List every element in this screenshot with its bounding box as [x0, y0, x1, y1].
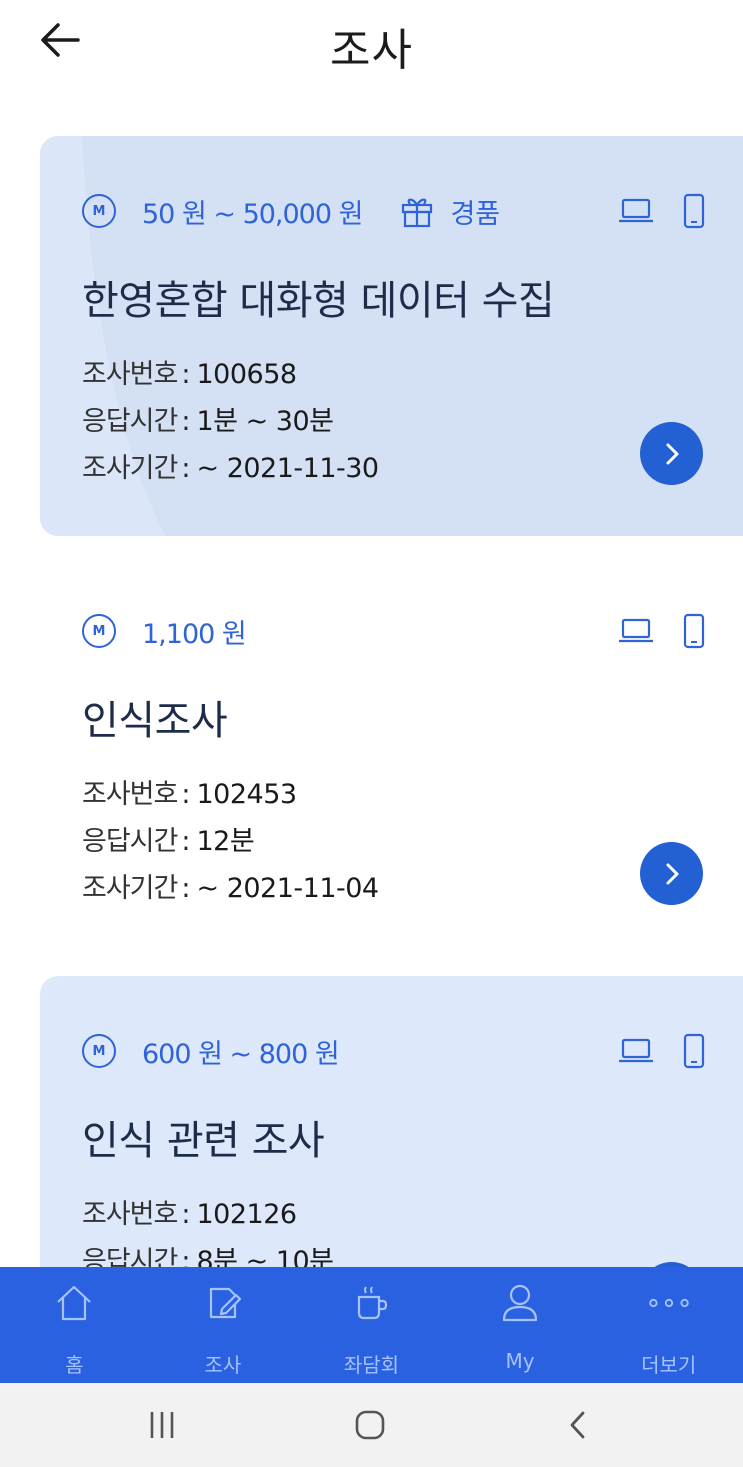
survey-id-value: 102126: [196, 1199, 297, 1230]
response-time-label: 응답시간: [82, 1246, 178, 1268]
survey-period-value: ~ 2021-11-30: [196, 453, 379, 484]
survey-reward: 1,100 원: [142, 618, 247, 650]
survey-meta-row: M 50 원 ~ 50,000 원 경품: [82, 191, 500, 231]
nav-item-more[interactable]: 더보기: [594, 1267, 743, 1383]
response-time-value: 1분 ~ 30분: [196, 406, 334, 437]
page-title: 조사: [330, 25, 413, 76]
survey-id-value: 102453: [196, 779, 297, 810]
open-survey-button[interactable]: [640, 842, 703, 905]
survey-meta-row: M 1,100 원: [82, 611, 247, 651]
bottom-nav: 홈 조사 좌담회 My 더보기: [0, 1267, 743, 1383]
colon: :: [181, 779, 191, 810]
response-time-row: 응답시간:1분 ~ 30분: [82, 398, 379, 445]
survey-id-label: 조사번호: [82, 359, 178, 390]
colon: :: [181, 1246, 191, 1268]
survey-reward: 50 원 ~ 50,000 원: [142, 198, 363, 230]
response-time-label: 응답시간: [82, 406, 178, 437]
recent-apps-button[interactable]: [137, 1403, 187, 1447]
colon: :: [181, 873, 191, 904]
survey-info: 조사번호:100658 응답시간:1분 ~ 30분 조사기간: ~ 2021-11…: [82, 351, 379, 492]
device-icons: [618, 191, 706, 231]
colon: :: [181, 359, 191, 390]
survey-title: 한영혼합 대화형 데이터 수집: [82, 278, 555, 324]
point-coin-icon: M: [82, 194, 116, 228]
app-header: 조사: [0, 0, 743, 88]
gift-badge: 경품: [400, 192, 500, 231]
survey-meta-row: M 600 원 ~ 800 원: [82, 1031, 340, 1071]
colon: :: [181, 406, 191, 437]
survey-reward: 600 원 ~ 800 원: [142, 1038, 340, 1070]
response-time-value: 12분: [196, 826, 255, 857]
survey-title: 인식조사: [82, 698, 228, 744]
survey-list-screen: 조사 M 50 원 ~ 50,000 원 경품 한영혼합 대화형 데이터 수집 …: [0, 0, 743, 1467]
colon: :: [181, 826, 191, 857]
gift-label: 경품: [450, 198, 501, 230]
nav-item-survey[interactable]: 조사: [149, 1267, 298, 1383]
survey-period-label: 조사기간: [82, 873, 178, 904]
user-icon: [502, 1284, 538, 1322]
chevron-right-icon: [666, 443, 678, 464]
point-coin-icon: M: [82, 1034, 116, 1068]
system-back-button[interactable]: [553, 1403, 603, 1447]
survey-id-row: 조사번호:102126: [82, 1191, 334, 1238]
mobile-phone-icon: [683, 193, 705, 229]
laptop-icon: [619, 198, 653, 223]
chevron-right-icon: [666, 863, 678, 884]
survey-period-row: 조사기간: ~ 2021-11-04: [82, 865, 379, 912]
response-time-row: 응답시간:8분 ~ 10분: [82, 1238, 334, 1268]
colon: :: [181, 453, 191, 484]
survey-icon: [209, 1287, 241, 1319]
survey-card[interactable]: M 1,100 원 인식조사 조사번호:102453 응답시간: 12분 조사…: [40, 556, 743, 956]
chevron-left-icon: [570, 1411, 585, 1439]
response-time-value: 8분 ~ 10분: [196, 1246, 334, 1268]
survey-period-label: 조사기간: [82, 453, 178, 484]
survey-id-row: 조사번호:100658: [82, 351, 379, 398]
survey-list[interactable]: M 50 원 ~ 50,000 원 경품 한영혼합 대화형 데이터 수집 조사번…: [0, 88, 743, 1268]
nav-label: 더보기: [641, 1353, 697, 1377]
laptop-icon: [619, 1038, 653, 1063]
survey-id-value: 100658: [196, 359, 297, 390]
nav-item-my[interactable]: My: [446, 1267, 595, 1383]
home-circle-icon: [355, 1410, 385, 1440]
nav-item-focus-group[interactable]: 좌담회: [297, 1267, 446, 1383]
response-time-row: 응답시간:12분: [82, 818, 379, 865]
nav-item-home[interactable]: 홈: [0, 1267, 149, 1383]
survey-card[interactable]: M 600 원 ~ 800 원 인식 관련 조사 조사번호:102126 응답시…: [40, 976, 743, 1268]
survey-period-row: 조사기간: ~ 2021-11-30: [82, 445, 379, 492]
laptop-icon: [619, 618, 653, 643]
device-icons: [618, 1031, 706, 1071]
survey-info: 조사번호:102453 응답시간:12분 조사기간: ~ 2021-11-04: [82, 771, 379, 912]
survey-id-label: 조사번호: [82, 779, 178, 810]
home-system-button[interactable]: [345, 1403, 395, 1447]
cup-icon: [358, 1286, 388, 1320]
nav-label: 좌담회: [343, 1353, 400, 1377]
response-time-label: 응답시간: [82, 826, 178, 857]
nav-label: 조사: [204, 1353, 242, 1377]
mobile-phone-icon: [683, 1033, 705, 1069]
survey-id-label: 조사번호: [82, 1199, 178, 1230]
survey-period-value: ~ 2021-11-04: [196, 873, 379, 904]
nav-label: My: [505, 1349, 535, 1373]
survey-title: 인식 관련 조사: [82, 1118, 325, 1164]
system-nav-bar: [0, 1383, 743, 1467]
nav-label: 홈: [65, 1353, 84, 1377]
home-icon: [57, 1285, 92, 1321]
survey-info: 조사번호:102126 응답시간:8분 ~ 10분: [82, 1191, 334, 1268]
mobile-phone-icon: [683, 613, 705, 649]
open-survey-button[interactable]: [640, 422, 703, 485]
colon: :: [181, 1199, 191, 1230]
device-icons: [618, 611, 706, 651]
more-icon: [648, 1298, 689, 1308]
gift-icon: [402, 198, 433, 228]
point-coin-icon: M: [82, 614, 116, 648]
recent-apps-icon: [150, 1412, 174, 1438]
survey-card[interactable]: M 50 원 ~ 50,000 원 경품 한영혼합 대화형 데이터 수집 조사번…: [40, 136, 743, 536]
survey-id-row: 조사번호:102453: [82, 771, 379, 818]
